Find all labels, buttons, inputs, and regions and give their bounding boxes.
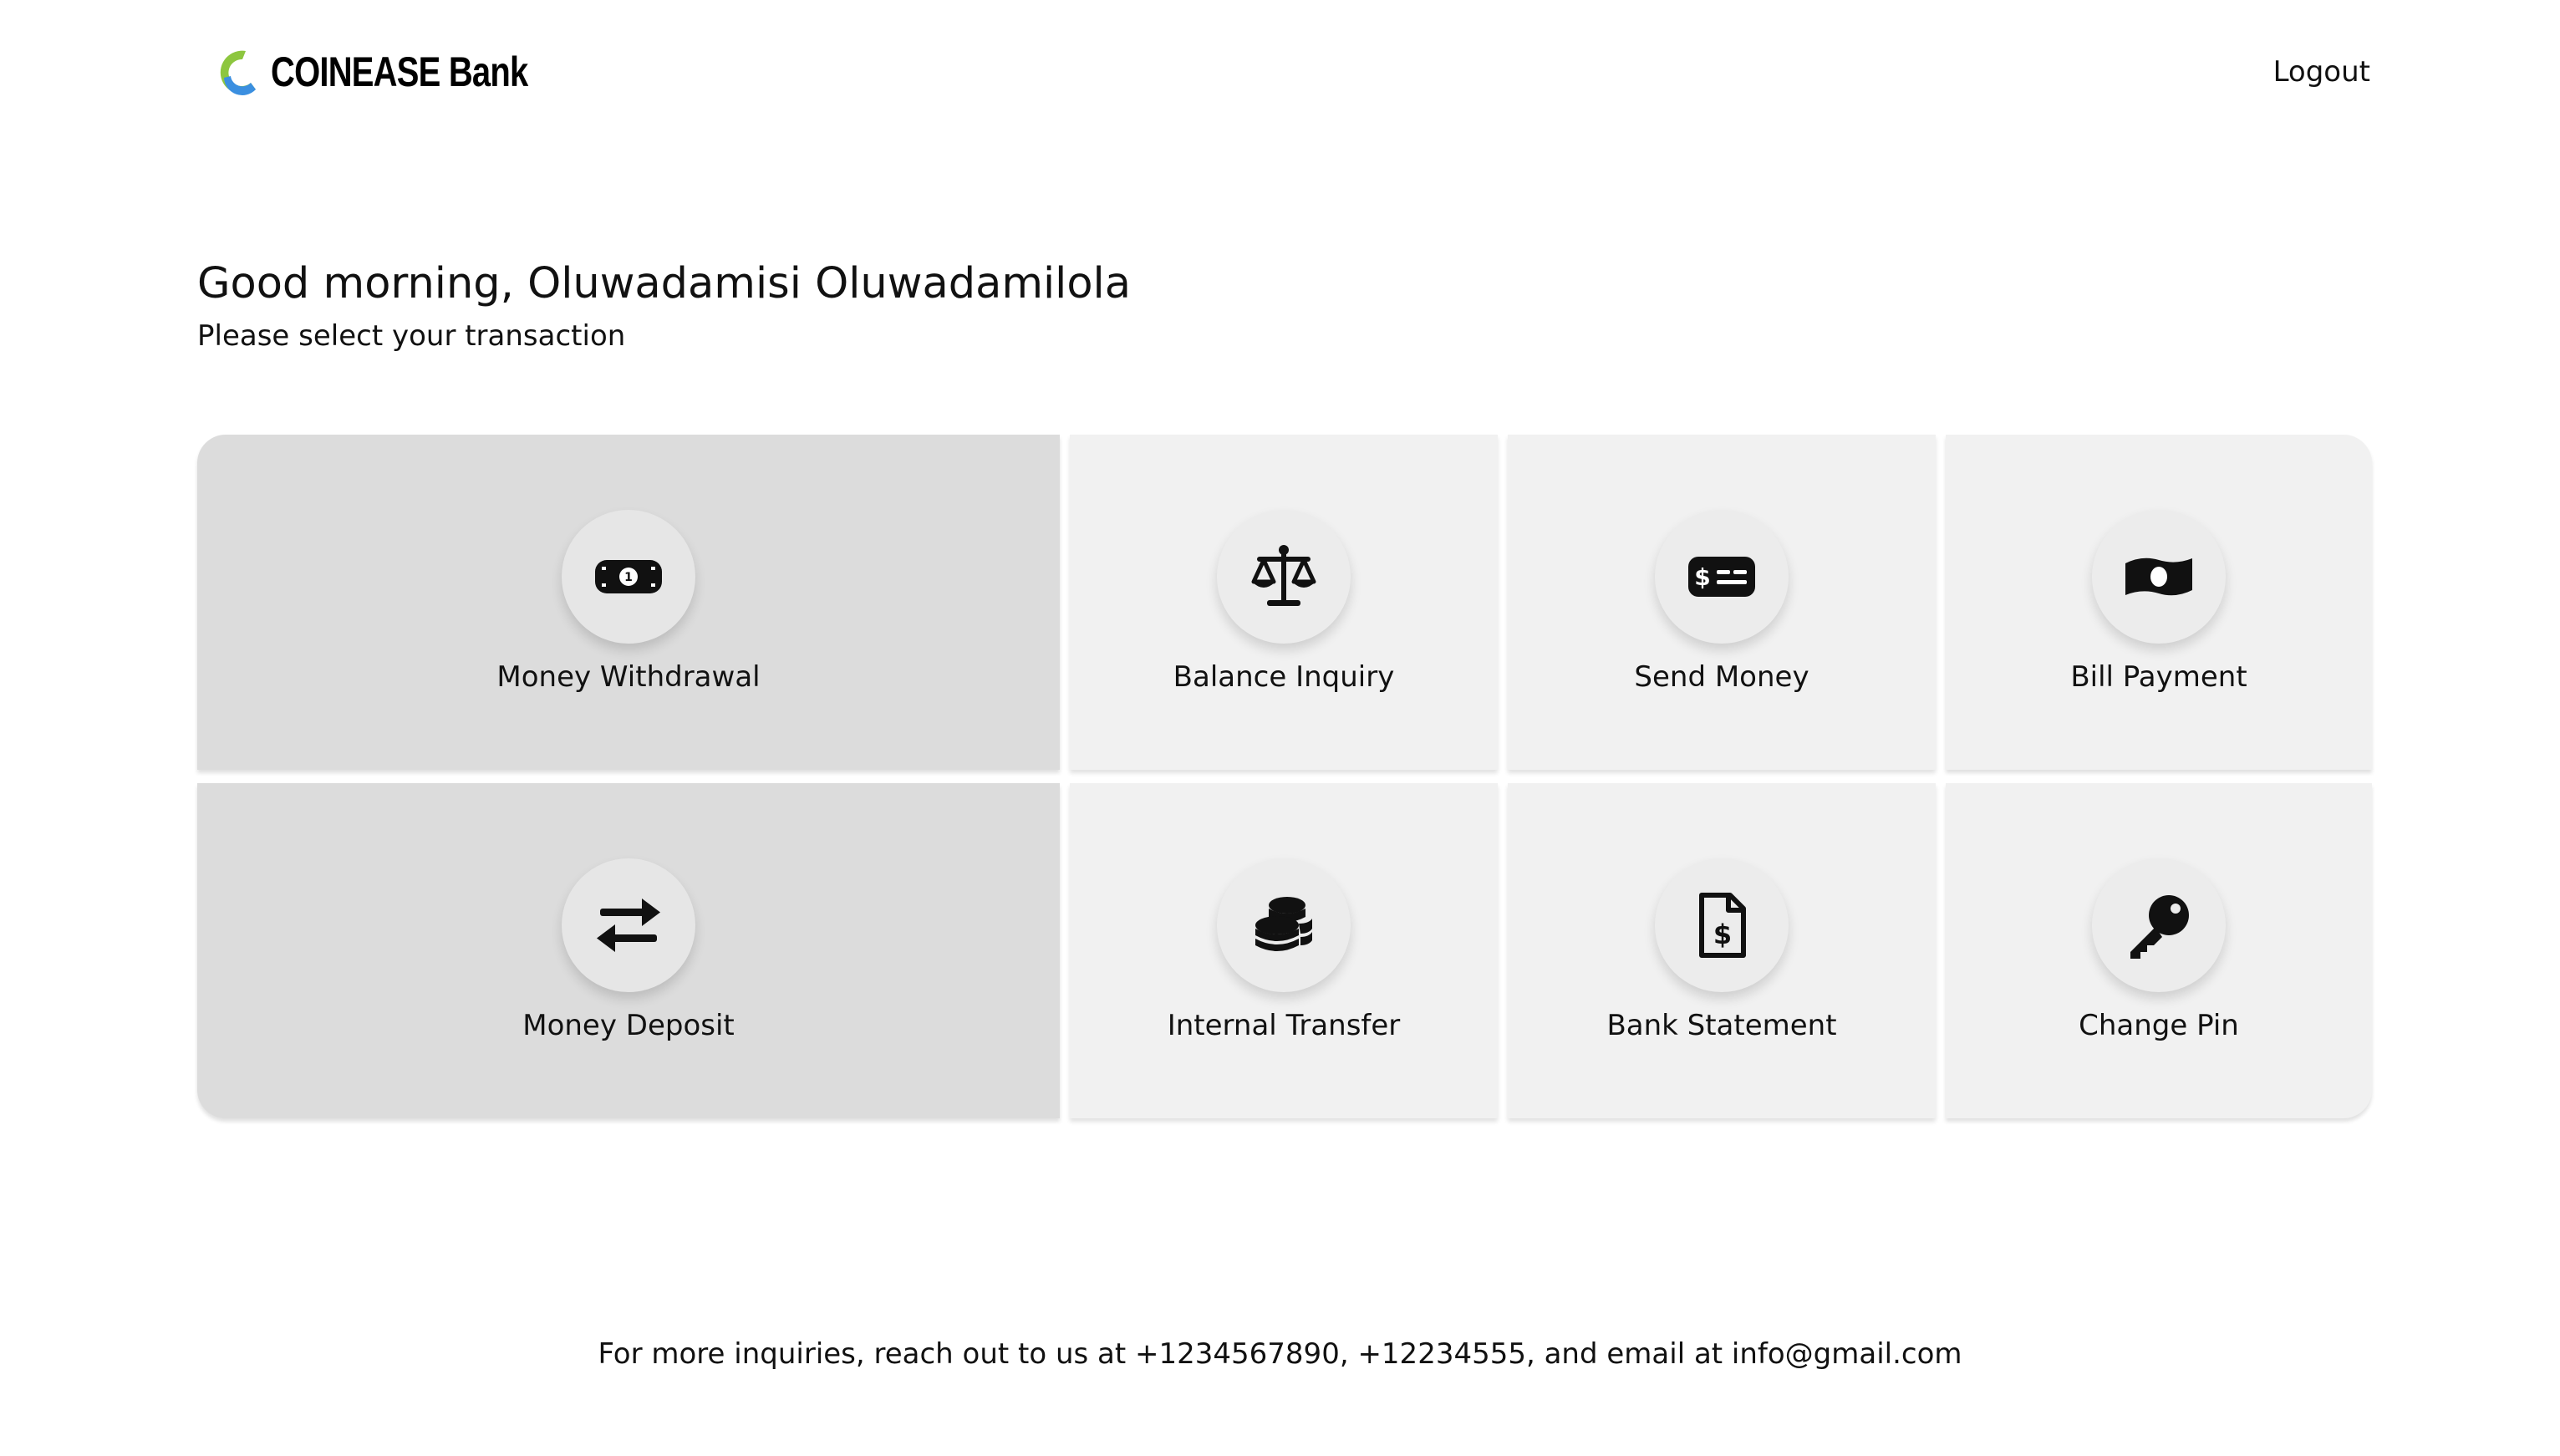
logout-link[interactable]: Logout (2273, 52, 2370, 92)
tile-bank-statement[interactable]: $ Bank Statement (1508, 783, 1936, 1118)
logo[interactable]: COINEASE Bank (214, 40, 592, 104)
svg-text:$: $ (1713, 919, 1732, 950)
tile-label: Bank Statement (1606, 1009, 1837, 1042)
footer-contact-text: For more inquiries, reach out to us at +… (598, 1337, 1962, 1371)
tile-send-money[interactable]: $ Send Money (1508, 435, 1936, 770)
scale-balanced-icon (1217, 510, 1351, 644)
brand-name: COINEASE Bank (271, 48, 528, 95)
svg-text:$: $ (1694, 563, 1710, 591)
tile-change-pin[interactable]: Change Pin (1946, 783, 2372, 1118)
greeting-heading: Good morning, Oluwadamisi Oluwadamilola (197, 259, 1131, 308)
transaction-grid: 1 Money Withdrawal Balance Inquiry $ Sen… (197, 435, 2372, 1118)
key-icon (2092, 858, 2226, 992)
tile-label: Bill Payment (2070, 660, 2247, 694)
money-bill-wave-icon (2092, 510, 2226, 644)
header: COINEASE Bank Logout (0, 0, 2560, 144)
tile-balance-inquiry[interactable]: Balance Inquiry (1070, 435, 1498, 770)
tile-label: Money Deposit (522, 1009, 735, 1042)
tile-label: Change Pin (2079, 1009, 2239, 1042)
money-check-dollar-icon: $ (1655, 510, 1789, 644)
tile-label: Money Withdrawal (496, 660, 761, 694)
svg-text:1: 1 (624, 571, 633, 584)
file-invoice-dollar-icon: $ (1655, 858, 1789, 992)
tile-label: Balance Inquiry (1173, 660, 1395, 694)
tile-bill-payment[interactable]: Bill Payment (1946, 435, 2372, 770)
coins-icon (1217, 858, 1351, 992)
greeting-subtitle: Please select your transaction (197, 319, 626, 353)
tile-internal-transfer[interactable]: Internal Transfer (1070, 783, 1498, 1118)
tile-label: Internal Transfer (1167, 1009, 1401, 1042)
right-left-arrows-icon (562, 858, 695, 992)
tile-label: Send Money (1634, 660, 1809, 694)
tile-money-withdrawal[interactable]: 1 Money Withdrawal (197, 435, 1060, 770)
money-bill-icon: 1 (562, 510, 695, 644)
tile-money-deposit[interactable]: Money Deposit (197, 783, 1060, 1118)
coinease-logo-icon (220, 50, 256, 95)
